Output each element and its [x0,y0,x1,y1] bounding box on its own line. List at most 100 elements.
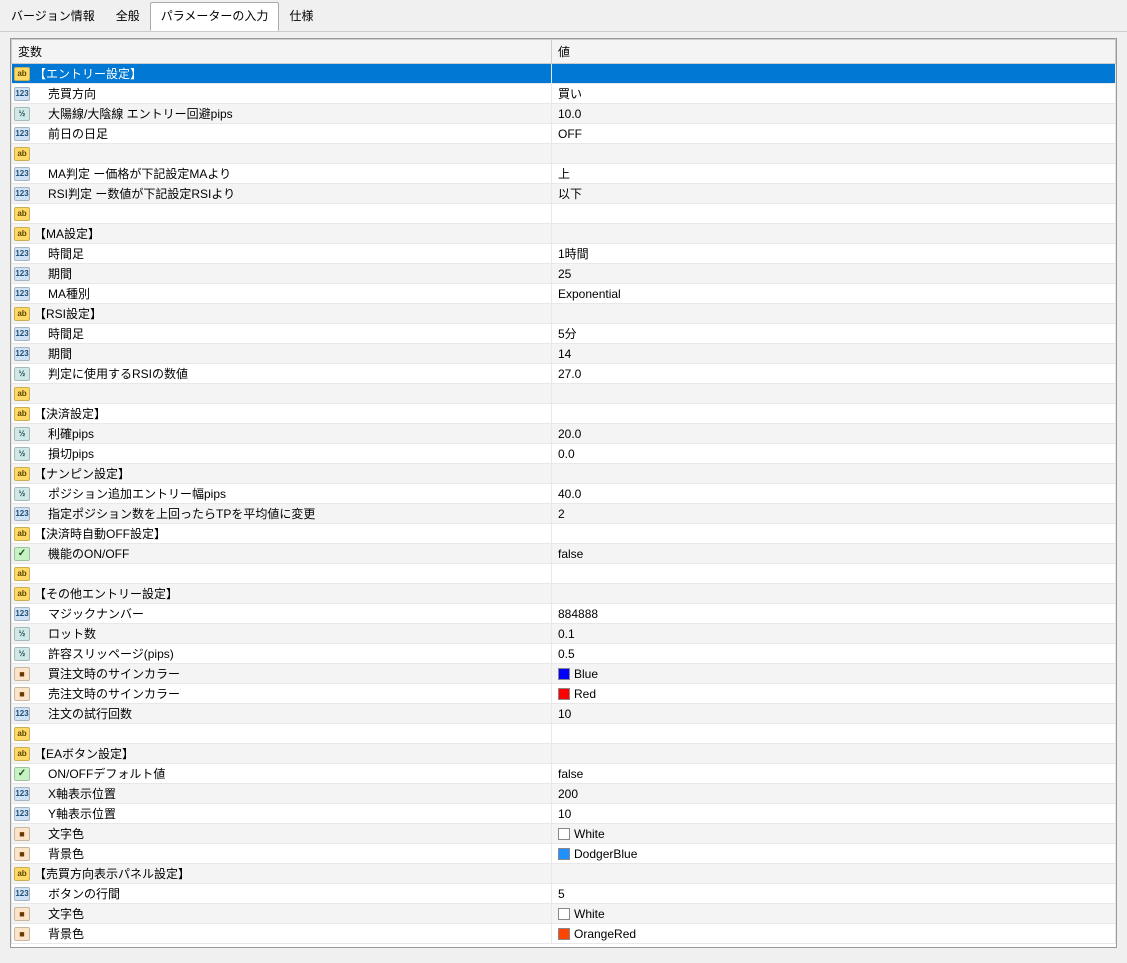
type-icon-abc: ab [14,467,30,481]
table-row[interactable]: 123マジックナンバー884888 [12,604,1116,624]
table-row[interactable]: ab [12,384,1116,404]
color-swatch [558,828,570,840]
table-row[interactable]: 123MA種別Exponential [12,284,1116,304]
column-header-variable[interactable]: 変数 [12,40,552,64]
table-row[interactable]: ab 【売買方向表示パネル設定】 [12,864,1116,884]
table-row[interactable]: ■背景色OrangeRed [12,924,1116,944]
table-row[interactable]: ab 【ナンピン設定】 [12,464,1116,484]
table-row[interactable]: 123前日の日足OFF [12,124,1116,144]
row-value: 上 [558,165,570,182]
type-icon-abc: ab [14,67,30,81]
color-swatch [558,688,570,700]
table-row[interactable]: ab【MA設定】 [12,224,1116,244]
type-icon-abc: ab [14,527,30,541]
table-row[interactable]: ½判定に使用するRSIの数値27.0 [12,364,1116,384]
type-icon-abc: ab [14,867,30,881]
table-row[interactable]: 123ボタンの行間5 [12,884,1116,904]
table-row[interactable]: ab【EAボタン設定】 [12,744,1116,764]
row-name: 時間足 [34,325,84,342]
table-row[interactable]: ab [12,564,1116,584]
table-row[interactable]: ✓ON/OFFデフォルト値false [12,764,1116,784]
type-icon-123: 123 [14,507,30,521]
row-value: 25 [558,267,571,281]
row-value: 10 [558,807,571,821]
table-row[interactable]: ab 【エントリー設定】 [12,64,1116,84]
row-value: 27.0 [558,367,581,381]
row-value: 以下 [558,185,582,202]
tab-1[interactable]: 全般 [105,2,151,31]
row-value: 0.5 [558,647,575,661]
table-row[interactable]: 123指定ポジション数を上回ったらTPを平均値に変更2 [12,504,1116,524]
row-name: 【決済時自動OFF設定】 [34,525,166,542]
table-row[interactable]: ■文字色White [12,824,1116,844]
type-icon-1e2: ½ [14,487,30,501]
row-name: 【エントリー設定】 [34,65,142,82]
type-icon-1e2: ½ [14,627,30,641]
row-value: false [558,767,583,781]
table-row[interactable]: ■背景色DodgerBlue [12,844,1116,864]
table-row[interactable]: 123時間足1時間 [12,244,1116,264]
table-row[interactable]: ½ ロット数 0.1 [12,624,1116,644]
table-row[interactable]: ✓機能のON/OFFfalse [12,544,1116,564]
table-row[interactable]: ½損切pips0.0 [12,444,1116,464]
table-row[interactable]: ■買注文時のサインカラーBlue [12,664,1116,684]
table-row[interactable]: ab [12,204,1116,224]
color-swatch [558,908,570,920]
row-value: 200 [558,787,578,801]
table-row[interactable]: 123注文の試行回数10 [12,704,1116,724]
row-name: 大陽線/大陰線 エントリー回避pips [34,105,233,122]
table-row[interactable]: 123時間足5分 [12,324,1116,344]
table-row[interactable]: 123RSI判定 ー数値が下記設定RSIより以下 [12,184,1116,204]
row-value: 5分 [558,325,577,342]
tab-bar: バージョン情報全般パラメーターの入力仕様 [0,0,1127,32]
table-row[interactable]: 123期間25 [12,264,1116,284]
table-row[interactable]: ½許容スリッページ(pips)0.5 [12,644,1116,664]
row-name: 背景色 [34,845,84,862]
table-row[interactable]: 123 X軸表示位置 200 [12,784,1116,804]
table-row[interactable]: ab【RSI設定】 [12,304,1116,324]
table-row[interactable]: ■文字色White [12,904,1116,924]
row-value: 0.1 [558,627,575,641]
table-row[interactable]: 123期間14 [12,344,1116,364]
row-name: 文字色 [34,825,84,842]
row-name: 【その他エントリー設定】 [34,585,178,602]
table-row[interactable]: ab【決済設定】 [12,404,1116,424]
tab-0[interactable]: バージョン情報 [0,2,106,31]
row-name: 【ナンピン設定】 [34,465,130,482]
table-row[interactable]: ab [12,144,1116,164]
table-row[interactable]: ab 【決済時自動OFF設定】 [12,524,1116,544]
table-row[interactable]: ab 【その他エントリー設定】 [12,584,1116,604]
row-name: ON/OFFデフォルト値 [34,765,165,782]
table-row[interactable]: ■売注文時のサインカラーRed [12,684,1116,704]
table-row[interactable]: ab [12,724,1116,744]
table-row[interactable]: ½大陽線/大陰線 エントリー回避pips10.0 [12,104,1116,124]
row-name: ロット数 [34,625,96,642]
table-row[interactable]: 123MA判定 ー価格が下記設定MAより上 [12,164,1116,184]
row-value: Exponential [558,287,621,301]
row-name: 【RSI設定】 [34,305,102,322]
row-value: 5 [558,887,565,901]
table-row[interactable]: ½利確pips20.0 [12,424,1116,444]
row-name: 【売買方向表示パネル設定】 [34,865,190,882]
row-name: X軸表示位置 [34,785,116,802]
color-swatch [558,848,570,860]
type-icon-abc: ab [14,567,30,581]
row-name: 売買方向 [34,85,96,102]
column-header-value[interactable]: 値 [552,40,1116,64]
row-name: 機能のON/OFF [34,545,129,562]
tab-3[interactable]: 仕様 [278,2,324,31]
row-value: 14 [558,347,571,361]
type-icon-123: 123 [14,127,30,141]
row-value: OrangeRed [574,927,636,941]
table-row[interactable]: 123Y軸表示位置10 [12,804,1116,824]
row-value: OFF [558,127,582,141]
table-row[interactable]: 123売買方向買い [12,84,1116,104]
tab-2[interactable]: パラメーターの入力 [150,2,280,31]
type-icon-color: ■ [14,667,30,681]
type-icon-color: ■ [14,847,30,861]
type-icon-123: 123 [14,787,30,801]
row-name: 期間 [34,265,72,282]
row-value: 10.0 [558,107,581,121]
type-icon-abc: ab [14,587,30,601]
table-row[interactable]: ½ポジション追加エントリー幅pips40.0 [12,484,1116,504]
